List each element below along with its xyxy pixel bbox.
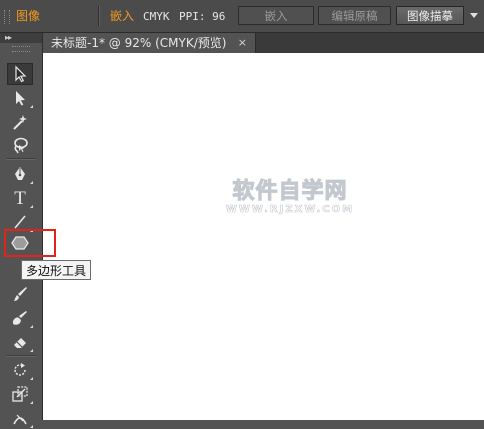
control-bar-divider — [98, 6, 100, 26]
image-label: 图像 — [16, 9, 41, 23]
width-tool[interactable] — [7, 407, 33, 429]
blob-brush-tool[interactable] — [7, 307, 33, 329]
selection-arrow-icon — [15, 65, 27, 83]
magic-wand-icon — [13, 115, 27, 130]
flyout-indicator-icon — [30, 105, 33, 108]
watermark-main-text: 软件自学网 — [232, 179, 348, 204]
control-bar-grip[interactable] — [4, 10, 10, 24]
tools-panel-header: ▸▸ — [0, 33, 42, 43]
flyout-indicator-icon — [30, 401, 33, 404]
paintbrush-tool[interactable] — [7, 283, 33, 305]
eraser-icon — [14, 338, 26, 348]
blob-brush-icon — [13, 311, 27, 325]
close-icon[interactable]: × — [238, 33, 247, 53]
type-tool[interactable]: T — [7, 187, 33, 209]
flyout-indicator-icon — [30, 181, 33, 184]
document-tab[interactable]: 未标题-1* @ 92% (CMYK/预览) × — [43, 33, 256, 53]
scale-icon — [12, 386, 28, 402]
polygon-tool-highlight — [4, 229, 56, 257]
tools-panel: ▸▸ T — [0, 33, 43, 428]
tools-divider — [6, 158, 36, 160]
width-icon — [13, 414, 27, 425]
selection-tool[interactable] — [7, 63, 33, 85]
watermark-sub-text: WWW.RJZXW.COM — [225, 204, 355, 216]
image-trace-button[interactable]: 图像描摹 — [396, 6, 464, 25]
direct-selection-tool[interactable] — [7, 87, 33, 109]
tools-panel-grip[interactable] — [12, 46, 30, 52]
polygon-tool-tooltip: 多边形工具 — [21, 260, 92, 280]
scale-tool[interactable] — [7, 383, 33, 405]
magic-wand-tool[interactable] — [7, 111, 33, 133]
image-trace-dropdown-icon[interactable] — [470, 13, 478, 18]
flyout-indicator-icon — [30, 325, 33, 328]
control-bar: 图像 嵌入 CMYK PPI: 96 嵌入 编辑原稿 图像描摹 — [0, 0, 484, 33]
rotate-icon — [14, 363, 26, 376]
eraser-tool[interactable] — [7, 331, 33, 353]
flyout-indicator-icon — [30, 425, 33, 428]
tools-divider — [6, 355, 36, 357]
ppi-value: PPI: 96 — [179, 10, 226, 23]
flyout-indicator-icon — [30, 205, 33, 208]
lasso-tool[interactable] — [7, 134, 33, 156]
lasso-icon — [14, 137, 28, 154]
pen-icon — [15, 167, 25, 180]
paintbrush-icon — [14, 287, 27, 301]
pen-tool[interactable] — [7, 163, 33, 185]
type-icon: T — [14, 187, 26, 209]
flyout-indicator-icon — [30, 349, 33, 352]
direct-selection-arrow-icon — [16, 91, 25, 106]
edit-original-button[interactable]: 编辑原稿 — [318, 6, 391, 25]
embed-link[interactable]: 嵌入 — [110, 8, 134, 24]
collapse-panel-icon[interactable]: ▸▸ — [5, 34, 12, 42]
artboard-canvas[interactable] — [43, 53, 484, 420]
rotate-tool[interactable] — [7, 359, 33, 381]
embed-button[interactable]: 嵌入 — [238, 6, 314, 25]
watermark-logo: 软件自学网 WWW.RJZXW.COM — [215, 179, 365, 216]
document-tab-strip: 未标题-1* @ 92% (CMYK/预览) × — [43, 33, 484, 53]
flyout-indicator-icon — [30, 377, 33, 380]
document-tab-title: 未标题-1* @ 92% (CMYK/预览) — [51, 36, 227, 50]
color-mode-value: CMYK — [143, 10, 170, 23]
